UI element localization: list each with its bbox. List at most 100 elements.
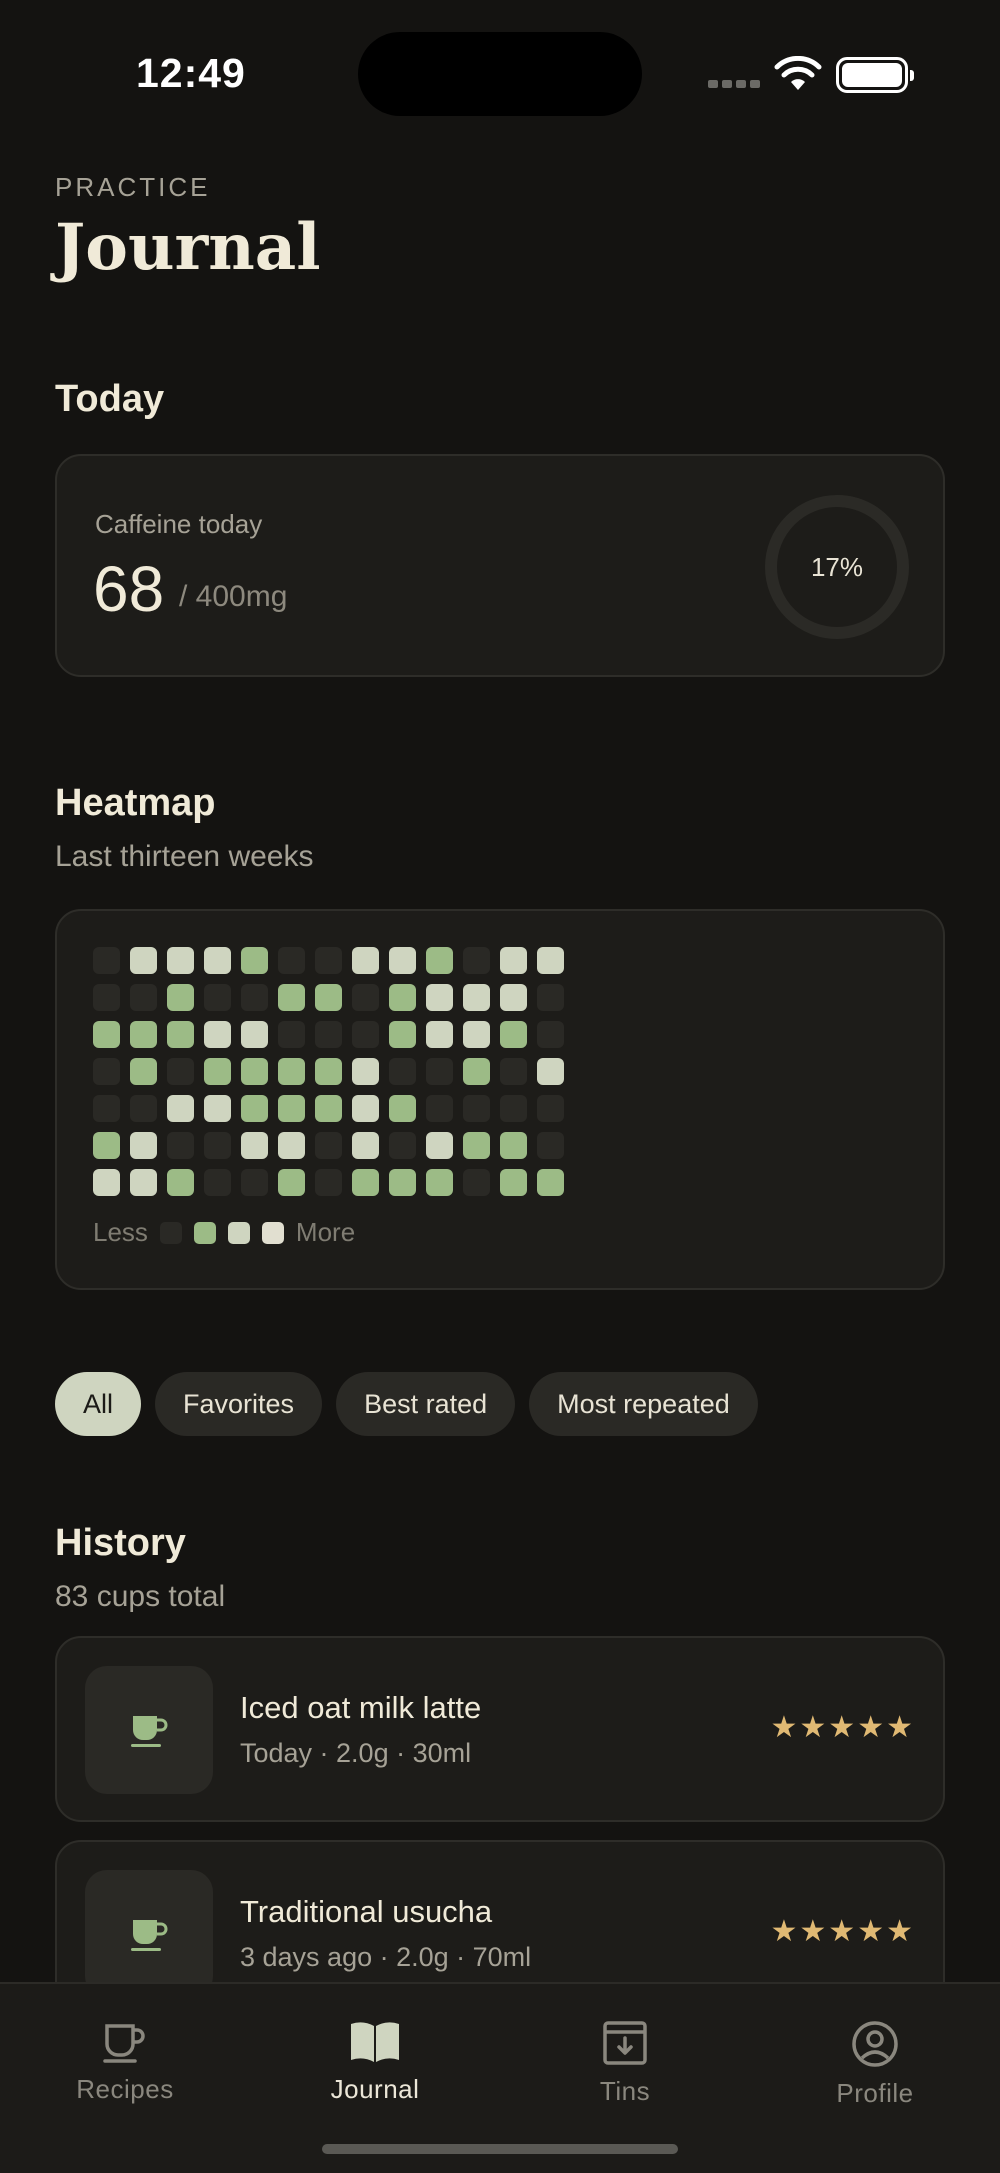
history-thumbnail — [85, 1870, 213, 1998]
heatmap-cell — [537, 1095, 564, 1122]
heatmap-cell — [352, 1095, 379, 1122]
heatmap-cell — [167, 1021, 194, 1048]
legend-more-label: More — [295, 1217, 356, 1247]
heatmap-cell — [204, 1021, 231, 1048]
heatmap-cell — [167, 1095, 194, 1122]
heatmap-cell — [537, 1021, 564, 1048]
tab-tins[interactable]: Tins — [500, 1984, 750, 2134]
heatmap-cell — [537, 984, 564, 1011]
caffeine-limit: / 400mg — [179, 580, 288, 613]
heatmap-cell — [500, 984, 527, 1011]
legend-swatch-none — [159, 1221, 182, 1244]
cellular-signal-icon — [708, 80, 760, 88]
heatmap-cell — [278, 947, 305, 974]
heatmap-cell — [463, 1021, 490, 1048]
heatmap-cell — [315, 1095, 342, 1122]
heatmap-cell — [167, 1132, 194, 1159]
heatmap-card: Less More — [55, 909, 945, 1290]
heatmap-cell — [93, 984, 120, 1011]
tab-label: Journal — [330, 2074, 420, 2104]
heatmap-cell — [537, 1058, 564, 1085]
heatmap-cell — [167, 1169, 194, 1196]
heatmap-cell — [241, 1021, 268, 1048]
tab-recipes[interactable]: Recipes — [0, 1984, 250, 2134]
legend-swatch-mid — [227, 1221, 250, 1244]
status-bar: 12:49 — [0, 0, 1000, 150]
caffeine-label: Caffeine today — [95, 509, 263, 539]
heatmap-cell — [241, 1058, 268, 1085]
heatmap-cell — [352, 984, 379, 1011]
matcha-cup-icon — [131, 1716, 168, 1747]
heatmap-cell — [315, 984, 342, 1011]
heatmap-cell — [537, 1169, 564, 1196]
heatmap-cell — [500, 1132, 527, 1159]
filter-chip-most-repeated[interactable]: Most repeated — [529, 1372, 758, 1436]
heatmap-cell — [130, 1021, 157, 1048]
cup-icon — [103, 2024, 145, 2063]
history-item-title: Traditional usucha — [240, 1894, 493, 1929]
heatmap-cell — [278, 1132, 305, 1159]
history-item[interactable]: Iced oat milk latte Today · 2.0g · 30ml … — [55, 1636, 945, 1822]
tab-profile[interactable]: Profile — [750, 1984, 1000, 2134]
history-item-meta: 3 days ago · 2.0g · 70ml — [240, 1942, 532, 1972]
heatmap-cell — [426, 984, 453, 1011]
heatmap-cell — [463, 1169, 490, 1196]
history-thumbnail — [85, 1666, 213, 1794]
dynamic-island — [358, 32, 642, 116]
filter-chip-best-rated[interactable]: Best rated — [336, 1372, 516, 1436]
heatmap-cell — [93, 947, 120, 974]
heatmap-cell — [130, 947, 157, 974]
heatmap-cell — [463, 984, 490, 1011]
heatmap-cell — [315, 1132, 342, 1159]
tab-journal[interactable]: Journal — [250, 1984, 500, 2134]
heatmap-cell — [241, 1095, 268, 1122]
heatmap-cell — [204, 1058, 231, 1085]
legend-less-label: Less — [93, 1217, 148, 1247]
heatmap-cell — [204, 1132, 231, 1159]
heatmap-cell — [130, 1132, 157, 1159]
heatmap-cell — [500, 1095, 527, 1122]
heatmap-cell — [241, 947, 268, 974]
heatmap-cell — [426, 1132, 453, 1159]
star-rating: ★★★★★ — [770, 1915, 915, 1948]
heatmap-cell — [426, 1058, 453, 1085]
heatmap-cell — [241, 1169, 268, 1196]
heatmap-cell — [167, 1058, 194, 1085]
heatmap-cell — [389, 947, 416, 974]
filter-chip-all[interactable]: All — [55, 1372, 142, 1436]
today-section-title: Today — [55, 378, 165, 420]
heatmap-cell — [130, 1169, 157, 1196]
heatmap-cell — [389, 984, 416, 1011]
heatmap-cell — [278, 1169, 305, 1196]
history-item-meta: Today · 2.0g · 30ml — [240, 1738, 472, 1768]
wifi-icon — [774, 56, 822, 90]
filter-chip-favorites[interactable]: Favorites — [155, 1372, 323, 1436]
caffeine-value: 68 — [93, 553, 165, 625]
heatmap-cell — [93, 1058, 120, 1085]
heatmap-cell — [500, 1021, 527, 1048]
heatmap-cell — [167, 984, 194, 1011]
archive-box-icon — [603, 2021, 647, 2065]
heatmap-cell — [204, 984, 231, 1011]
heatmap-cell — [315, 947, 342, 974]
heatmap-section-title: Heatmap — [55, 782, 216, 824]
heatmap-cell — [426, 947, 453, 974]
heatmap-cell — [204, 947, 231, 974]
legend-swatch-high — [261, 1221, 284, 1244]
heatmap-cell — [352, 1169, 379, 1196]
home-indicator — [322, 2144, 678, 2154]
heatmap-cell — [426, 1169, 453, 1196]
page-title: Journal — [55, 210, 321, 285]
heatmap-cell — [426, 1021, 453, 1048]
battery-icon — [836, 57, 914, 93]
heatmap-cell — [278, 1058, 305, 1085]
matcha-cup-icon — [131, 1920, 168, 1951]
status-time: 12:49 — [136, 50, 246, 96]
user-circle-icon — [852, 2021, 898, 2067]
heatmap-cell — [463, 947, 490, 974]
legend-swatch-low — [193, 1221, 216, 1244]
heatmap-cell — [130, 1095, 157, 1122]
heatmap-cell — [241, 1132, 268, 1159]
heatmap-cell — [500, 1169, 527, 1196]
heatmap-cell — [352, 1058, 379, 1085]
